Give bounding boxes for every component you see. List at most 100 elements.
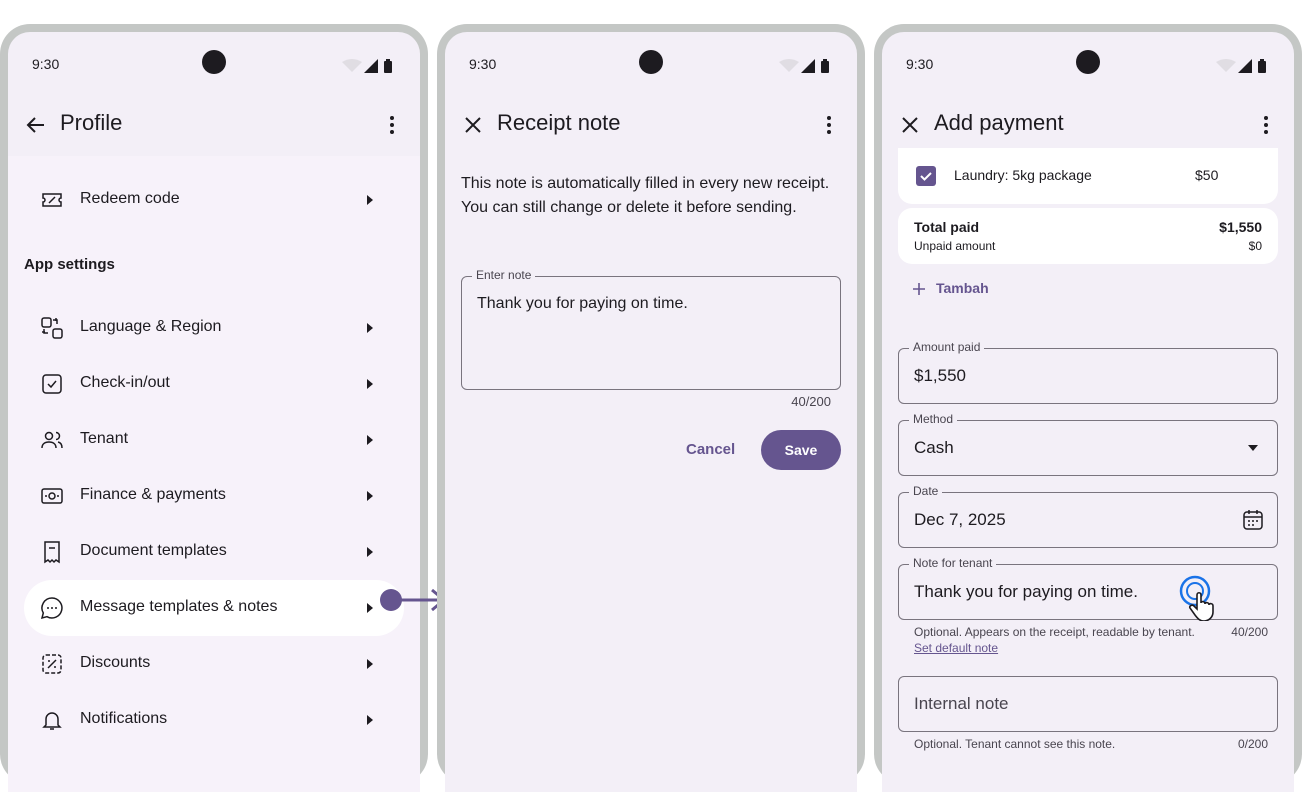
settings-list: Redeem code App settings Language & Regi… — [8, 156, 420, 792]
top-app-bar: Add payment — [882, 94, 1294, 156]
checkbox-checked-icon[interactable] — [916, 166, 936, 186]
more-vert-icon[interactable] — [1254, 113, 1278, 137]
note-for-tenant-field[interactable]: Note for tenant Thank you for paying on … — [898, 556, 1278, 621]
field-value: Thank you for paying on time. — [477, 295, 688, 312]
field-value: Thank you for paying on time. — [914, 582, 1138, 601]
status-icons — [1216, 59, 1266, 73]
plus-icon — [913, 283, 925, 295]
menu-item-label: Redeem code — [80, 190, 180, 207]
field-label: Amount paid — [909, 340, 985, 354]
bell-icon — [42, 712, 62, 730]
menu-item-redeem-code[interactable]: Redeem code — [24, 172, 404, 228]
page-title: Profile — [60, 110, 123, 135]
close-icon[interactable] — [461, 113, 485, 137]
note-helper-text: Optional. Appears on the receipt, readab… — [914, 625, 1195, 639]
close-icon[interactable] — [898, 113, 922, 137]
menu-item-label: Tenant — [80, 430, 129, 447]
total-paid-value: $1,550 — [1219, 219, 1262, 235]
chevron-right-icon — [367, 547, 373, 557]
status-icons — [779, 59, 829, 73]
menu-item-label: Discounts — [80, 654, 151, 671]
field-value: $1,550 — [914, 366, 966, 385]
top-app-bar: Profile — [8, 94, 420, 156]
field-label: Enter note — [472, 268, 536, 282]
status-bar: 9:30 — [8, 32, 420, 94]
dropdown-arrow-icon — [1248, 445, 1258, 451]
total-paid-label: Total paid — [914, 219, 980, 235]
field-label: Note for tenant — [909, 556, 997, 570]
money-icon — [41, 488, 63, 504]
amount-paid-field[interactable]: Amount paid $1,550 — [898, 340, 1278, 404]
menu-item-document-templates[interactable]: Document templates — [24, 524, 404, 580]
menu-item-notifications[interactable]: Notifications — [24, 692, 404, 748]
menu-item-label: Language & Region — [80, 318, 222, 335]
tap-cursor-icon — [1179, 575, 1214, 621]
save-button[interactable]: Save — [761, 430, 841, 470]
date-field[interactable]: Date Dec 7, 2025 — [898, 484, 1278, 548]
menu-item-check-in-out[interactable]: Check-in/out — [24, 356, 404, 412]
internal-note-field[interactable]: Internal note — [898, 676, 1278, 732]
line-item-card: Laundry: 5kg package $50 — [898, 148, 1278, 204]
method-select[interactable]: Method Cash — [898, 412, 1278, 476]
more-vert-icon[interactable] — [380, 113, 404, 137]
calendar-check-icon — [42, 374, 62, 394]
status-time: 9:30 — [906, 56, 934, 72]
camera-cutout — [1076, 50, 1100, 74]
menu-item-finance-payments[interactable]: Finance & payments — [24, 468, 404, 524]
totals-card: Total paid $1,550 Unpaid amount $0 — [898, 208, 1278, 264]
calendar-icon[interactable] — [1241, 508, 1265, 532]
cancel-button[interactable]: Cancel — [686, 441, 735, 458]
globe-grid-icon — [41, 317, 63, 339]
menu-item-language-region[interactable]: Language & Region — [24, 300, 404, 356]
status-icons — [342, 59, 392, 73]
status-bar: 9:30 — [882, 32, 1294, 94]
page-title: Add payment — [934, 110, 1064, 135]
status-bar: 9:30 — [445, 32, 857, 94]
note-char-counter: 40/200 — [1231, 625, 1268, 639]
field-value: Dec 7, 2025 — [914, 510, 1006, 529]
chevron-right-icon — [367, 715, 373, 725]
chat-bubble-icon — [40, 597, 63, 620]
note-textarea[interactable]: Enter note Thank you for paying on time. — [461, 268, 841, 390]
menu-item-label: Document templates — [80, 542, 227, 559]
status-time: 9:30 — [32, 56, 60, 72]
internal-char-counter: 0/200 — [1237, 737, 1268, 751]
more-vert-icon[interactable] — [817, 113, 841, 137]
field-value: Cash — [914, 438, 954, 457]
field-label: Date — [909, 484, 943, 498]
receipt-icon — [44, 541, 60, 564]
phone-frame-add-payment: 9:30 Add payment Laundry: 5kg package $5… — [874, 24, 1302, 792]
back-arrow-icon[interactable] — [24, 113, 48, 137]
chevron-right-icon — [367, 323, 373, 333]
set-default-note-link[interactable]: Set default note — [914, 641, 998, 655]
menu-item-label: Finance & payments — [80, 486, 226, 503]
menu-item-discounts[interactable]: Discounts — [24, 636, 404, 692]
camera-cutout — [202, 50, 226, 74]
unpaid-value: $0 — [1248, 239, 1262, 253]
add-item-label: Tambah — [936, 280, 989, 296]
unpaid-label: Unpaid amount — [914, 239, 996, 253]
menu-item-label: Message templates & notes — [80, 598, 278, 615]
menu-item-message-templates[interactable]: Message templates & notes — [24, 580, 404, 636]
top-app-bar: Receipt note — [445, 94, 857, 156]
menu-item-tenant[interactable]: Tenant — [24, 412, 404, 468]
discount-tag-icon — [42, 654, 62, 674]
add-payment-screen: 9:30 Add payment Laundry: 5kg package $5… — [882, 32, 1294, 792]
note-description: This note is automatically filled in eve… — [461, 175, 830, 216]
line-item-label: Laundry: 5kg package — [954, 167, 1092, 183]
receipt-note-screen: 9:30 Receipt note This note is automatic… — [445, 32, 857, 792]
internal-helper-text: Optional. Tenant cannot see this note. — [914, 737, 1116, 751]
status-time: 9:30 — [469, 56, 497, 72]
ticket-icon — [42, 193, 62, 207]
section-header-app-settings: App settings — [24, 256, 115, 273]
chevron-right-icon — [367, 659, 373, 669]
chevron-right-icon — [367, 603, 373, 613]
menu-item-label: Notifications — [80, 710, 168, 727]
chevron-right-icon — [367, 435, 373, 445]
profile-screen: 9:30 Profile Redeem code App settings La… — [8, 32, 420, 792]
field-placeholder: Internal note — [914, 694, 1009, 713]
camera-cutout — [639, 50, 663, 74]
phone-frame-receipt-note: 9:30 Receipt note This note is automatic… — [437, 24, 865, 792]
chevron-right-icon — [367, 195, 373, 205]
line-item-amount: $50 — [1195, 167, 1219, 183]
